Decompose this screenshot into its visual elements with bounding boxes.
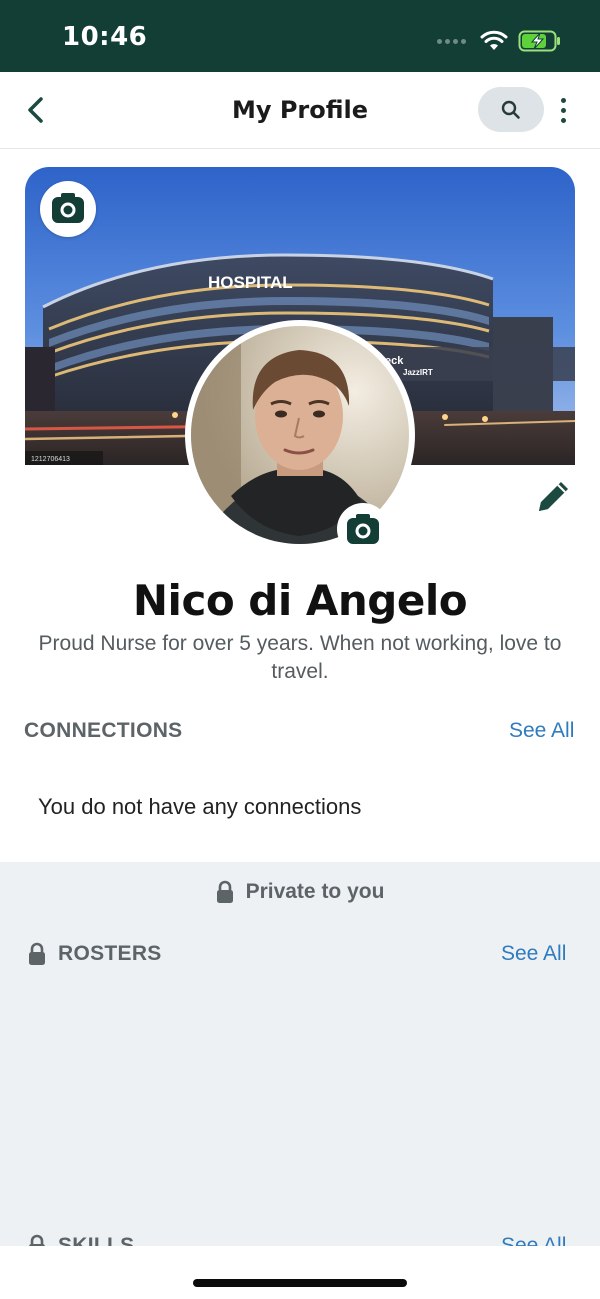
cellular-signal-icon	[437, 38, 466, 44]
profile-name: Nico di Angelo	[132, 576, 468, 625]
change-avatar-button[interactable]	[337, 503, 389, 555]
connections-see-all-link[interactable]: See All	[509, 719, 574, 743]
search-icon	[501, 100, 520, 119]
cover-stamp: 1212706413	[31, 456, 70, 463]
status-time: 10:46	[62, 22, 148, 52]
wifi-icon	[480, 30, 508, 50]
battery-charging-icon	[518, 30, 560, 52]
lock-icon	[216, 880, 233, 903]
home-indicator-area	[0, 1246, 600, 1299]
rosters-heading: ROSTERS	[28, 942, 162, 966]
skills-heading-text: SKILLS	[58, 1234, 135, 1246]
status-icons	[437, 26, 562, 56]
rosters-see-all-link[interactable]: See All	[501, 942, 566, 966]
private-label-text: Private to you	[245, 880, 385, 903]
lock-icon	[29, 1234, 45, 1246]
skills-see-all-link[interactable]: See All	[501, 1234, 566, 1246]
lock-icon	[29, 942, 45, 965]
status-bar: 10:46	[0, 0, 600, 72]
change-cover-photo-button[interactable]	[40, 181, 96, 237]
private-section: Private to you ROSTERS See All SKILLS Se…	[0, 862, 600, 1246]
rosters-heading-text: ROSTERS	[58, 942, 162, 965]
cover-overlay-sub: JazzIRT	[403, 368, 433, 377]
search-button[interactable]	[478, 87, 544, 132]
edit-profile-button[interactable]	[534, 476, 574, 516]
cover-building-sign: HOSPITAL	[208, 273, 293, 292]
nav-bar: My Profile	[0, 72, 600, 149]
skills-heading: SKILLS	[28, 1234, 134, 1246]
camera-icon	[52, 193, 84, 223]
home-indicator[interactable]	[193, 1279, 407, 1287]
pencil-icon	[539, 482, 568, 511]
profile-bio: Proud Nurse for over 5 years. When not w…	[38, 632, 562, 683]
connections-empty-message: You do not have any connections	[38, 794, 362, 819]
more-options-button[interactable]	[552, 90, 574, 130]
camera-icon	[347, 514, 379, 544]
private-label: Private to you	[0, 880, 600, 904]
connections-heading: CONNECTIONS	[24, 719, 183, 742]
